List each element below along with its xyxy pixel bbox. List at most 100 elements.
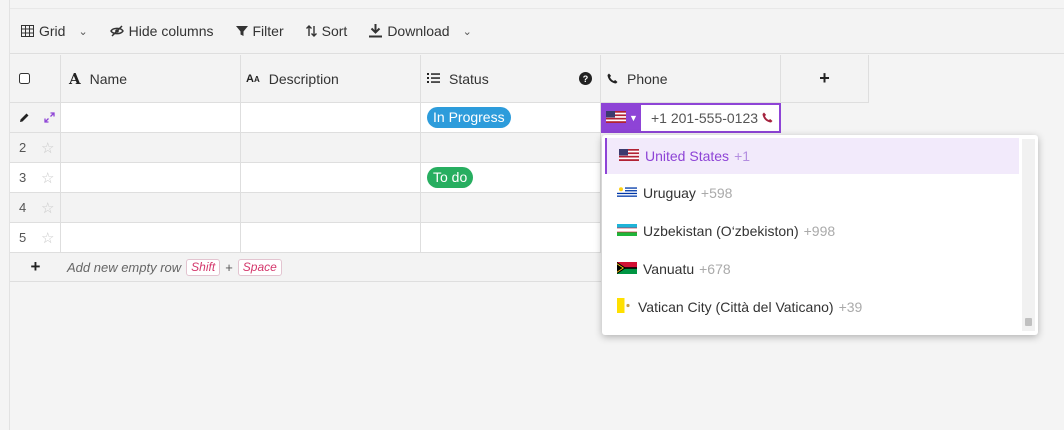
row-number: 2 bbox=[19, 140, 27, 155]
description-cell[interactable] bbox=[241, 103, 421, 133]
grid-view-label: Grid bbox=[39, 23, 66, 39]
toolbar: Grid ⌄ Hide columns Filter Sort Download… bbox=[10, 8, 1064, 54]
phone-editor[interactable]: ▼ +1 201-555-0123 bbox=[601, 103, 781, 133]
column-header-label: Phone bbox=[627, 70, 668, 87]
country-code: +598 bbox=[700, 185, 733, 201]
shortcut-plus: + bbox=[225, 259, 233, 275]
country-code: +998 bbox=[803, 223, 836, 239]
star-icon[interactable]: ☆ bbox=[41, 139, 54, 157]
row-index-cell: 5 ☆ bbox=[10, 223, 61, 253]
us-flag-icon bbox=[606, 110, 627, 126]
row-number: 4 bbox=[19, 200, 27, 215]
row-index-cell: 4 ☆ bbox=[10, 193, 61, 223]
hide-columns-label: Hide columns bbox=[128, 23, 214, 39]
name-cell[interactable] bbox=[61, 223, 241, 253]
select-all-checkbox[interactable] bbox=[19, 71, 30, 87]
phone-cell[interactable]: ▼ +1 201-555-0123 bbox=[601, 103, 781, 133]
list-type-icon bbox=[427, 71, 440, 87]
grid-view-button[interactable]: Grid ⌄ bbox=[21, 23, 88, 39]
add-row-bar[interactable]: + Add new empty row Shift + Space bbox=[10, 253, 601, 282]
country-code: +39 bbox=[838, 299, 863, 315]
country-dropdown[interactable]: United States +1 Uruguay +598 Uzbekistan… bbox=[602, 135, 1038, 335]
header-row: A Name AA Description Status ? Phone + bbox=[10, 55, 869, 103]
column-header-label: Status bbox=[449, 70, 489, 87]
chevron-down-icon: ⌄ bbox=[78, 25, 88, 38]
status-badge: In Progress bbox=[427, 107, 511, 128]
country-option-vatican-city[interactable]: Vatican City (Città del Vaticano) +39 bbox=[602, 288, 1038, 326]
status-cell[interactable] bbox=[421, 193, 601, 223]
pencil-icon[interactable] bbox=[19, 110, 30, 126]
country-name: Uruguay bbox=[643, 185, 696, 201]
column-header-label: Name bbox=[89, 70, 127, 87]
select-all-header bbox=[10, 55, 61, 103]
us-flag-icon bbox=[619, 148, 645, 164]
country-name: Uzbekistan (O‘zbekiston) bbox=[643, 223, 799, 239]
hide-columns-button[interactable]: Hide columns bbox=[109, 23, 214, 39]
sort-icon bbox=[305, 25, 317, 37]
long-text-type-icon: AA bbox=[246, 72, 260, 85]
country-option-vanuatu[interactable]: Vanuatu +678 bbox=[602, 250, 1038, 288]
phone-type-icon bbox=[607, 71, 618, 87]
plus-icon[interactable]: + bbox=[10, 257, 61, 277]
uruguay-flag-icon bbox=[617, 185, 643, 201]
filter-label: Filter bbox=[252, 23, 284, 39]
name-cell[interactable] bbox=[61, 193, 241, 223]
row-number: 5 bbox=[19, 230, 27, 245]
add-row-label: Add new empty row bbox=[67, 259, 182, 275]
download-button[interactable]: Download ⌄ bbox=[369, 23, 472, 39]
expand-row-icon[interactable] bbox=[44, 110, 55, 126]
download-label: Download bbox=[387, 23, 450, 39]
grid-icon bbox=[21, 25, 34, 37]
star-icon[interactable]: ☆ bbox=[41, 169, 54, 187]
column-header-description[interactable]: AA Description bbox=[241, 55, 421, 103]
status-cell[interactable] bbox=[421, 133, 601, 163]
name-cell[interactable] bbox=[61, 133, 241, 163]
eye-slash-icon bbox=[109, 25, 124, 37]
table-row[interactable]: In Progress ▼ +1 201-555-0123 bbox=[10, 103, 869, 133]
shortcut-key-shift: Shift bbox=[186, 258, 221, 276]
row-index-cell bbox=[10, 103, 61, 133]
status-cell[interactable] bbox=[421, 223, 601, 253]
chevron-down-icon: ▼ bbox=[629, 113, 638, 123]
column-header-name[interactable]: A Name bbox=[61, 55, 241, 103]
star-icon[interactable]: ☆ bbox=[41, 199, 54, 217]
country-option-uruguay[interactable]: Uruguay +598 bbox=[602, 174, 1038, 212]
description-cell[interactable] bbox=[241, 193, 421, 223]
row-index-cell: 3 ☆ bbox=[10, 163, 61, 193]
country-option-uzbekistan[interactable]: Uzbekistan (O‘zbekiston) +998 bbox=[602, 212, 1038, 250]
status-cell[interactable]: In Progress bbox=[421, 103, 601, 133]
description-cell[interactable] bbox=[241, 223, 421, 253]
column-header-label: Description bbox=[268, 70, 339, 87]
country-name: United States bbox=[645, 148, 730, 164]
uzbekistan-flag-icon bbox=[617, 223, 643, 239]
vatican-flag-icon bbox=[617, 298, 638, 316]
vanuatu-flag-icon bbox=[617, 261, 643, 277]
help-icon[interactable]: ? bbox=[579, 72, 592, 85]
name-cell[interactable] bbox=[61, 163, 241, 193]
dropdown-scrollbar[interactable] bbox=[1022, 139, 1035, 331]
column-header-phone[interactable]: Phone bbox=[601, 55, 781, 103]
dropdown-scrollbar-thumb[interactable] bbox=[1025, 318, 1032, 326]
name-cell[interactable] bbox=[61, 103, 241, 133]
text-type-icon: A bbox=[69, 69, 81, 88]
country-code: +1 bbox=[734, 148, 751, 164]
country-option-united-states[interactable]: United States +1 bbox=[605, 138, 1019, 174]
add-column-button[interactable]: + bbox=[781, 55, 869, 103]
description-cell[interactable] bbox=[241, 133, 421, 163]
country-name: Vanuatu bbox=[643, 261, 695, 277]
status-badge: To do bbox=[427, 167, 474, 188]
description-cell[interactable] bbox=[241, 163, 421, 193]
star-icon[interactable]: ☆ bbox=[41, 229, 54, 247]
sort-button[interactable]: Sort bbox=[305, 23, 348, 39]
country-name: Vatican City (Città del Vaticano) bbox=[638, 299, 834, 315]
phone-input[interactable]: +1 201-555-0123 bbox=[651, 110, 758, 126]
column-header-status[interactable]: Status ? bbox=[421, 55, 601, 103]
row-number: 3 bbox=[19, 170, 27, 185]
download-icon bbox=[369, 24, 383, 38]
country-select-button[interactable]: ▼ bbox=[603, 105, 641, 131]
phone-call-icon[interactable] bbox=[762, 110, 773, 126]
filter-button[interactable]: Filter bbox=[235, 23, 284, 39]
country-code: +678 bbox=[699, 261, 731, 277]
sort-label: Sort bbox=[321, 23, 348, 39]
status-cell[interactable]: To do bbox=[421, 163, 601, 193]
